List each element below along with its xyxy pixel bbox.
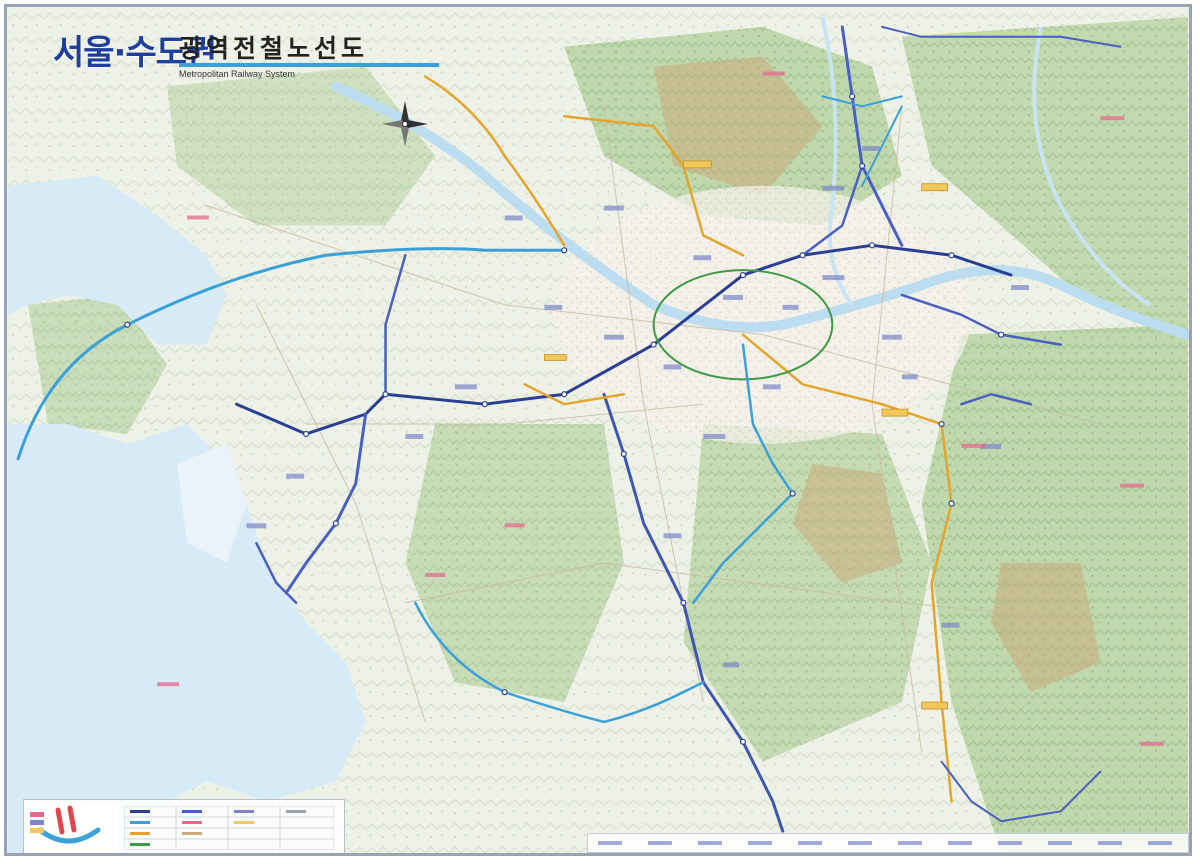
map-subtitle: 광역전철노선도: [179, 34, 369, 63]
map-frame: 서울·수도권 광역전철노선도 Metropolitan Railway Syst…: [4, 4, 1192, 856]
railway-map: [8, 7, 1189, 853]
compass-rose-icon: [382, 101, 428, 147]
legend-table: [124, 806, 334, 850]
urban-core: [554, 185, 972, 444]
map-index-strip: [587, 833, 1189, 853]
title-underline: [179, 63, 439, 67]
map-english-title: Metropolitan Railway System: [179, 69, 296, 79]
title-block: 서울·수도권 광역전철노선도 Metropolitan Railway Syst…: [47, 19, 447, 81]
legend-box: [23, 799, 345, 853]
railway-logo-icon: [28, 804, 118, 852]
